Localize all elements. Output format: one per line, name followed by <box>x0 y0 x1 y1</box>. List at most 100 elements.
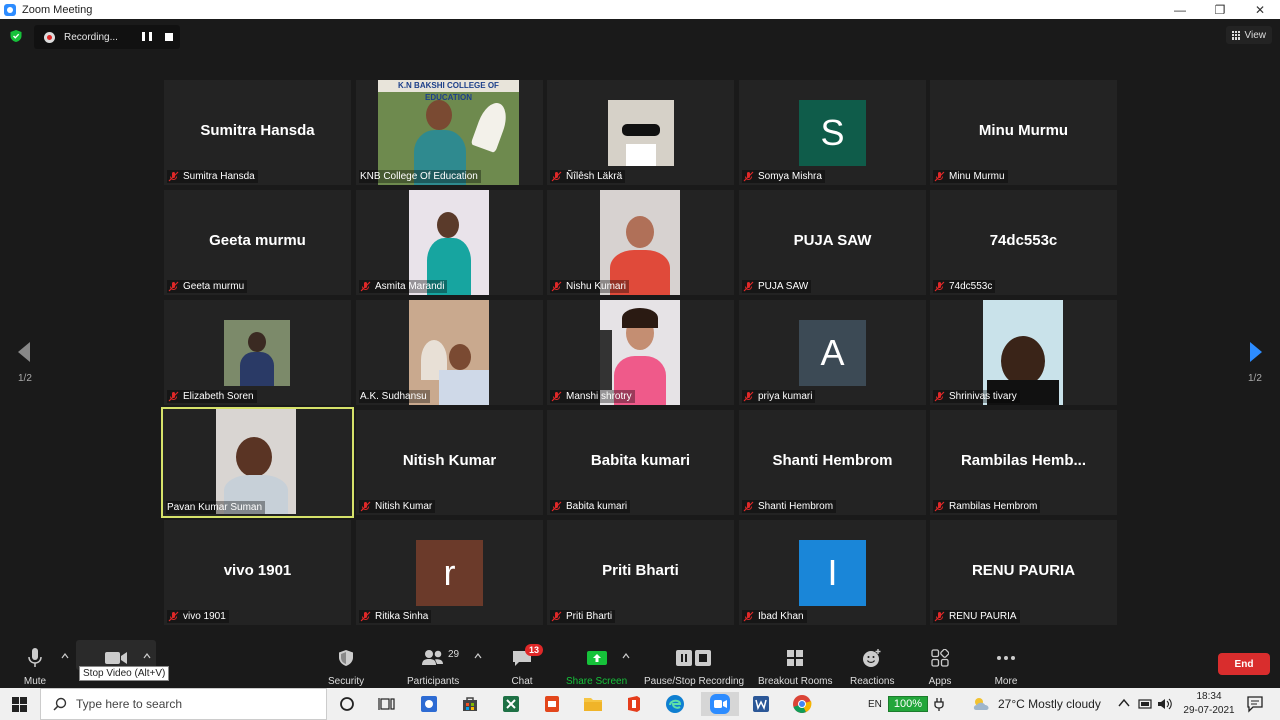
participant-tile[interactable]: RENU PAURIA RENU PAURIA <box>930 520 1117 625</box>
participant-name-caption: Shanti Hembrom <box>742 500 837 513</box>
participant-name-caption: PUJA SAW <box>742 280 812 293</box>
window-controls: — ❐ ✕ <box>1160 0 1280 19</box>
taskbar-search-box[interactable]: Type here to search <box>40 688 327 720</box>
participant-name-caption: RENU PAURIA <box>933 610 1020 623</box>
participant-tile[interactable]: S Somya Mishra <box>739 80 926 185</box>
breakout-rooms-label: Breakout Rooms <box>758 676 833 687</box>
windows-start-icon[interactable] <box>12 697 27 712</box>
chevron-up-icon[interactable] <box>143 652 151 660</box>
participant-display-name: PUJA SAW <box>793 232 872 249</box>
task-view-icon[interactable] <box>372 692 402 716</box>
weather-text[interactable]: 27°C Mostly cloudy <box>998 688 1101 720</box>
participant-name-caption: Somya Mishra <box>742 170 825 183</box>
minimize-button[interactable]: — <box>1160 0 1200 19</box>
participant-tile[interactable]: PUJA SAW PUJA SAW <box>739 190 926 295</box>
encryption-shield-icon[interactable] <box>9 29 23 43</box>
participant-tile[interactable]: 74dc553c 74dc553c <box>930 190 1117 295</box>
edge-browser-icon[interactable] <box>660 692 690 716</box>
participant-tile[interactable]: Nitish Kumar Nitish Kumar <box>356 410 543 515</box>
chevron-up-icon[interactable] <box>61 652 69 660</box>
participant-tile[interactable]: Elizabeth Soren <box>164 300 351 405</box>
participant-name: Babita kumari <box>566 501 628 512</box>
participant-tile[interactable]: Nishu Kumari <box>547 190 734 295</box>
participant-name-caption: Ritika Sinha <box>359 610 432 623</box>
chevron-up-icon[interactable] <box>1118 698 1130 708</box>
participant-name-caption: Nitish Kumar <box>359 500 436 513</box>
participant-tile[interactable]: Asmita Marandi <box>356 190 543 295</box>
participant-tile[interactable]: Minu Murmu Minu Murmu <box>930 80 1117 185</box>
input-language[interactable]: EN <box>868 688 882 720</box>
stop-recording-icon[interactable] <box>165 33 173 41</box>
participant-tile[interactable]: vivo 1901 vivo 1901 <box>164 520 351 625</box>
pause-stop-recording-button[interactable]: Pause/Stop Recording <box>644 646 744 687</box>
photos-app-icon[interactable] <box>414 692 444 716</box>
participant-tile[interactable]: Pavan Kumar Suman <box>161 407 354 518</box>
participant-tile[interactable]: Ñîlêsh Läkrä <box>547 80 734 185</box>
recording-dot-icon <box>44 31 55 43</box>
participant-tile[interactable]: Shrinivas tivary <box>930 300 1117 405</box>
next-page-arrow-icon[interactable] <box>1246 340 1266 364</box>
participant-tile[interactable]: Geeta murmu Geeta murmu <box>164 190 351 295</box>
participant-name-caption: Rambilas Hembrom <box>933 500 1041 513</box>
participant-display-name: vivo 1901 <box>223 562 292 579</box>
participant-tile[interactable]: A priya kumari <box>739 300 926 405</box>
participant-display-name: Sumitra Hansda <box>200 122 315 139</box>
zoom-taskbar-icon[interactable] <box>701 692 739 716</box>
cortana-icon[interactable] <box>332 692 362 716</box>
participant-tile[interactable]: Shanti Hembrom Shanti Hembrom <box>739 410 926 515</box>
close-button[interactable]: ✕ <box>1240 0 1280 19</box>
participant-tile[interactable]: Sumitra Hansda Sumitra Hansda <box>164 80 351 185</box>
battery-indicator[interactable]: 100% <box>888 696 928 712</box>
participant-display-name: Minu Murmu <box>978 122 1069 139</box>
view-label: View <box>1244 29 1267 41</box>
network-icon[interactable] <box>1138 698 1152 710</box>
participant-name: Nishu Kumari <box>566 281 627 292</box>
office-app-icon[interactable] <box>619 692 649 716</box>
word-app-icon[interactable] <box>746 692 776 716</box>
stop-video-tooltip: Stop Video (Alt+V) <box>79 666 170 681</box>
chevron-up-icon[interactable] <box>474 652 482 660</box>
muted-microphone-icon <box>551 391 562 402</box>
participant-avatar: I <box>799 540 866 606</box>
participant-tile[interactable]: I Ibad Khan <box>739 520 926 625</box>
reactions-button[interactable]: Reactions <box>850 646 894 687</box>
participant-tile[interactable]: Babita kumari Babita kumari <box>547 410 734 515</box>
breakout-rooms-button[interactable]: Breakout Rooms <box>758 646 832 687</box>
file-explorer-icon[interactable] <box>578 692 608 716</box>
system-clock[interactable]: 18:34 29-07-2021 <box>1180 690 1238 718</box>
mute-button[interactable]: Mute <box>22 646 48 687</box>
excel-app-icon[interactable] <box>496 692 526 716</box>
chat-label: Chat <box>511 676 533 687</box>
pause-recording-icon[interactable] <box>142 32 152 42</box>
plug-icon <box>934 698 944 711</box>
previous-page-arrow-icon[interactable] <box>14 340 34 364</box>
participant-avatar: A <box>799 320 866 386</box>
security-button[interactable]: Security <box>328 646 364 687</box>
participant-tile[interactable]: K.N BAKSHI COLLEGE OF EDUCATION KNB Coll… <box>356 80 543 185</box>
maximize-button[interactable]: ❐ <box>1200 0 1240 19</box>
share-screen-button[interactable]: Share Screen <box>566 646 627 687</box>
notifications-icon[interactable] <box>1246 695 1264 713</box>
knb-banner: K.N BAKSHI COLLEGE OF EDUCATION <box>378 80 519 102</box>
end-meeting-button[interactable]: End <box>1218 653 1270 675</box>
participant-tile[interactable]: Manshi shrotry <box>547 300 734 405</box>
weather-cloud-icon <box>973 698 989 710</box>
store-app-icon[interactable] <box>455 692 485 716</box>
chevron-up-icon[interactable] <box>622 652 630 660</box>
participant-tile[interactable]: Priti Bharti Priti Bharti <box>547 520 734 625</box>
pdf-app-icon[interactable] <box>537 692 567 716</box>
muted-microphone-icon <box>360 501 371 512</box>
participant-tile[interactable]: A.K. Sudhansu <box>356 300 543 405</box>
participant-tile[interactable]: r Ritika Sinha <box>356 520 543 625</box>
apps-button[interactable]: Apps <box>927 646 953 687</box>
volume-icon[interactable] <box>1157 697 1173 711</box>
participant-display-name: Rambilas Hemb... <box>960 452 1087 469</box>
participant-name: Priti Bharti <box>566 611 613 622</box>
chrome-browser-icon[interactable] <box>787 692 817 716</box>
participant-name: Manshi shrotry <box>566 391 632 402</box>
view-button[interactable]: View <box>1225 26 1272 44</box>
more-button[interactable]: More <box>993 646 1019 687</box>
recording-label: Recording... <box>64 31 118 43</box>
reactions-smiley-icon <box>859 646 885 670</box>
participant-tile[interactable]: Rambilas Hemb... Rambilas Hembrom <box>930 410 1117 515</box>
